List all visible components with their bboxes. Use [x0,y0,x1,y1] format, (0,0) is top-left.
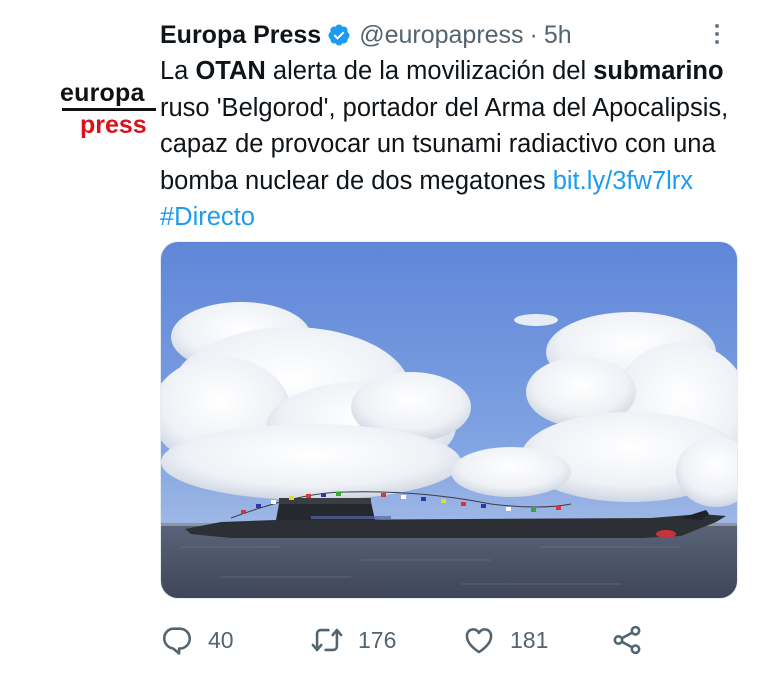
tweet-text-bold-submarino: submarino [593,57,724,85]
display-name[interactable]: Europa Press [160,21,321,50]
more-options-icon[interactable] [706,14,728,54]
tweet-header: Europa Press @europapress · 5h [160,18,572,52]
timestamp[interactable]: 5h [544,21,572,50]
avatar[interactable]: europa press [26,28,156,140]
tweet-text-part: alerta de la movilización del [265,57,594,85]
retweet-button[interactable]: 176 [310,615,396,665]
like-count: 181 [510,626,549,653]
avatar-logo-bottom: press [80,111,147,139]
retweet-count: 176 [358,626,397,653]
tweet-media-image[interactable] [160,241,738,599]
tweet-text: La OTAN alerta de la movilización del su… [160,53,735,236]
hashtag-link[interactable]: #Directo [160,203,255,231]
handle[interactable]: @europapress [359,21,523,50]
tweet-link[interactable]: bit.ly/3fw7lrx [553,167,693,195]
reply-count: 40 [208,626,234,653]
submarine-photo [161,242,737,598]
separator-dot: · [529,20,538,49]
like-icon [465,628,493,654]
reply-icon [162,627,192,655]
verified-badge-icon [327,23,351,47]
tweet-actions: 40 176 181 [160,615,660,665]
like-button[interactable]: 181 [462,615,548,665]
share-icon [613,625,641,655]
tweet-text-bold-otan: OTAN [195,57,266,85]
retweet-icon [311,628,343,652]
reply-button[interactable]: 40 [160,615,234,665]
avatar-logo-top: europa [60,79,145,107]
tweet-text-part: La [160,57,196,85]
share-button[interactable] [610,615,644,665]
